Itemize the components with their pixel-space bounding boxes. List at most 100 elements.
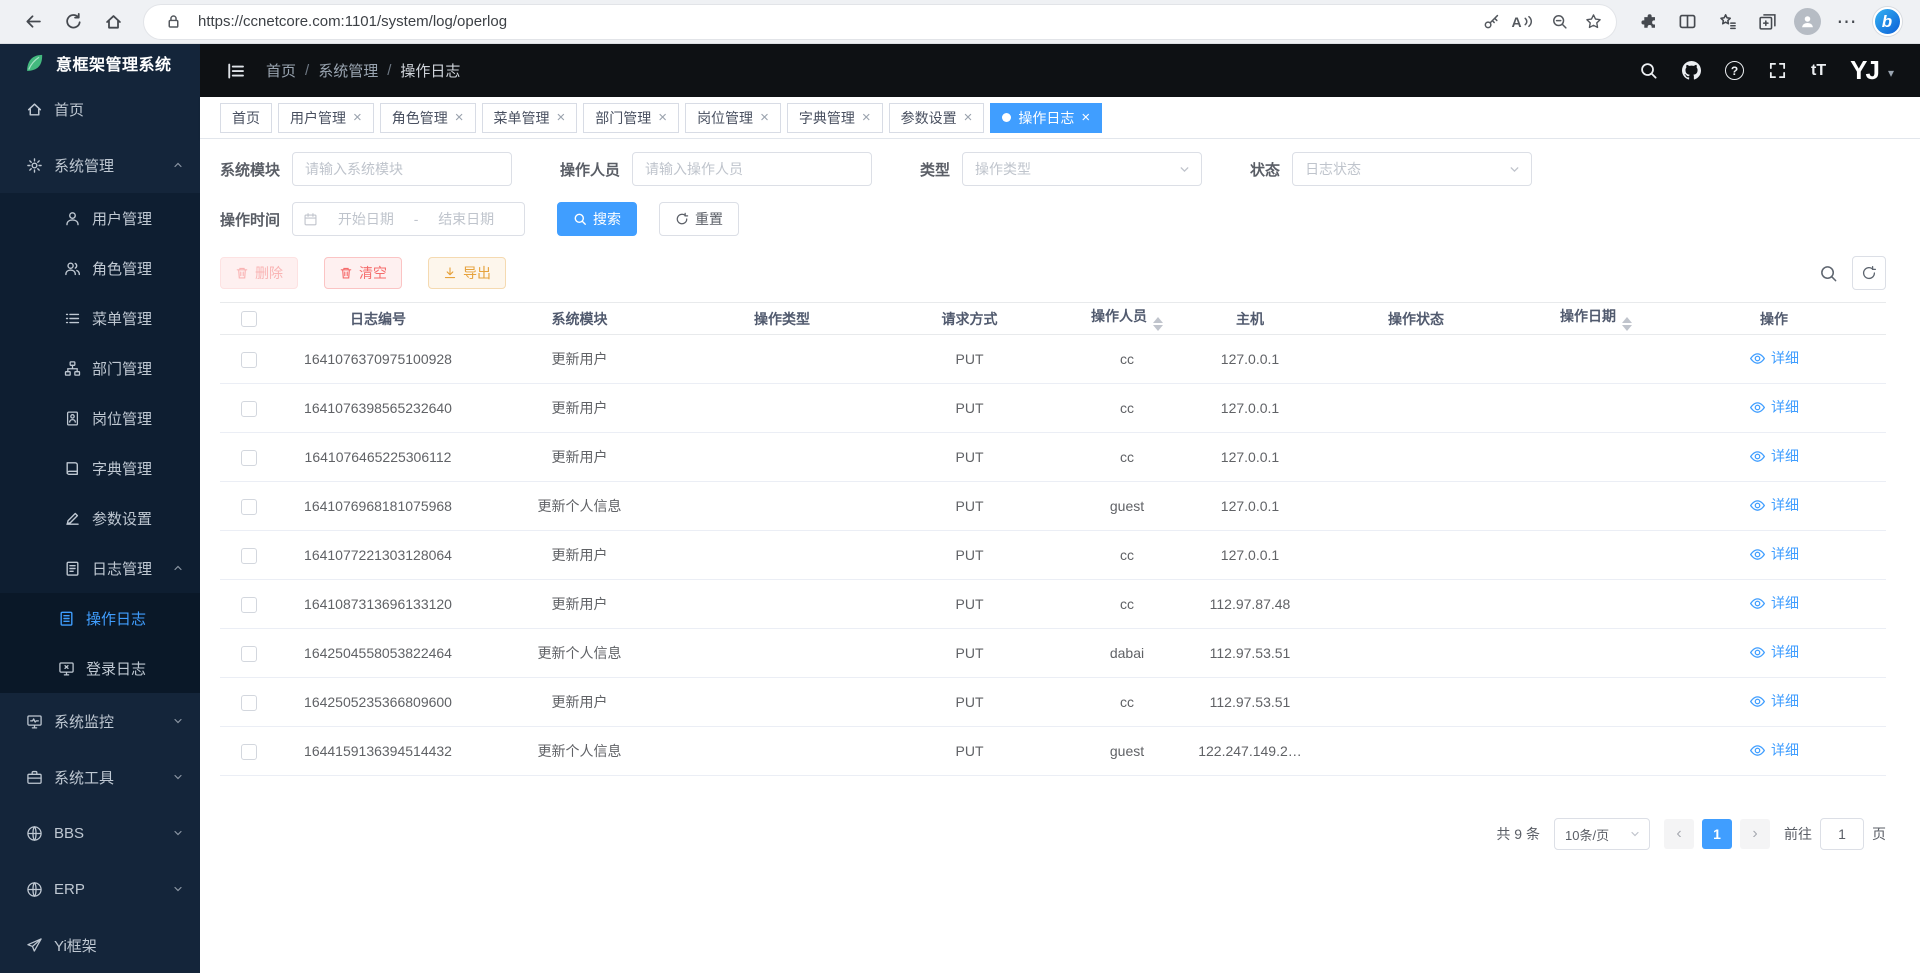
detail-link[interactable]: 详细 [1749,446,1799,466]
favorites-bar-icon[interactable] [1708,4,1746,40]
sidebar-item-menu-mgmt[interactable]: 菜单管理 [0,293,200,343]
help-icon[interactable]: ? [1725,61,1744,80]
tab-param-settings[interactable]: 参数设置× [889,103,985,133]
close-icon[interactable]: × [353,110,362,125]
user-logo[interactable]: YJ [1850,55,1878,86]
table-search-icon[interactable] [1819,264,1838,283]
table-row[interactable]: 1641087313696133120 更新用户 PUT cc 112.97.8… [220,580,1886,629]
user-caret-icon[interactable]: ▾ [1888,66,1894,86]
copilot-bing-icon[interactable]: b [1868,4,1906,40]
zoom-out-icon[interactable] [1542,7,1576,37]
detail-link[interactable]: 详细 [1749,691,1799,711]
detail-link[interactable]: 详细 [1749,544,1799,564]
clear-button[interactable]: 清空 [324,257,402,289]
operator-input[interactable] [632,152,872,186]
table-row[interactable]: 1644159136394514432 更新个人信息 PUT guest 122… [220,727,1886,776]
table-row[interactable]: 1641076370975100928 更新用户 PUT cc 127.0.0.… [220,335,1886,384]
tab-oper-log[interactable]: 操作日志× [990,103,1102,133]
sidebar-item-login-log[interactable]: 登录日志 [0,643,200,693]
close-icon[interactable]: × [557,110,566,125]
table-row[interactable]: 1641077221303128064 更新用户 PUT cc 127.0.0.… [220,531,1886,580]
sort-icon[interactable] [1622,317,1632,331]
sort-icon[interactable] [1153,317,1163,331]
search-button[interactable]: 搜索 [557,202,637,236]
sidebar-item-log-mgmt[interactable]: 日志管理 [0,543,200,593]
address-bar[interactable]: https://ccnetcore.com:1101/system/log/op… [144,5,1616,39]
table-row[interactable]: 1641076398565232640 更新用户 PUT cc 127.0.0.… [220,384,1886,433]
refresh-icon[interactable] [54,4,92,40]
tab-menu-mgmt[interactable]: 菜单管理× [482,103,578,133]
row-checkbox[interactable] [241,646,257,662]
table-row[interactable]: 1641076465225306112 更新用户 PUT cc 127.0.0.… [220,433,1886,482]
breadcrumb-system[interactable]: 系统管理 [318,60,378,81]
app-logo[interactable]: 意框架管理系统 [0,44,200,81]
page-size-select[interactable]: 10条/页 [1554,818,1650,850]
sidebar-item-user-mgmt[interactable]: 用户管理 [0,193,200,243]
collections-icon[interactable] [1748,4,1786,40]
next-page-button[interactable]: › [1740,819,1770,849]
close-icon[interactable]: × [964,110,973,125]
sidebar-item-role-mgmt[interactable]: 角色管理 [0,243,200,293]
detail-link[interactable]: 详细 [1749,593,1799,613]
close-icon[interactable]: × [455,110,464,125]
tab-dept-mgmt[interactable]: 部门管理× [583,103,679,133]
url-text[interactable]: https://ccnetcore.com:1101/system/log/op… [198,13,1474,30]
jump-input[interactable] [1820,818,1864,850]
detail-link[interactable]: 详细 [1749,495,1799,515]
back-icon[interactable] [14,4,52,40]
row-checkbox[interactable] [241,401,257,417]
prev-page-button[interactable]: ‹ [1664,819,1694,849]
breadcrumb-home[interactable]: 首页 [266,60,296,81]
row-checkbox[interactable] [241,450,257,466]
sidebar-toggle-icon[interactable] [226,61,246,81]
row-checkbox[interactable] [241,695,257,711]
row-checkbox[interactable] [241,597,257,613]
row-checkbox[interactable] [241,499,257,515]
close-icon[interactable]: × [658,110,667,125]
fullscreen-icon[interactable] [1768,61,1787,80]
sidebar-item-home[interactable]: 首页 [0,81,200,137]
sidebar-item-param-settings[interactable]: 参数设置 [0,493,200,543]
table-refresh-icon[interactable] [1852,256,1886,290]
font-size-icon[interactable]: tT [1811,62,1826,80]
reset-button[interactable]: 重置 [659,202,739,236]
profile-avatar[interactable] [1788,4,1826,40]
module-input[interactable] [292,152,512,186]
password-key-icon[interactable] [1474,7,1508,37]
row-checkbox[interactable] [241,744,257,760]
table-row[interactable]: 1641076968181075968 更新个人信息 PUT guest 127… [220,482,1886,531]
tab-role-mgmt[interactable]: 角色管理× [380,103,476,133]
col-operator[interactable]: 操作人员 [1056,303,1198,335]
sidebar-item-system-mgmt[interactable]: 系统管理 [0,137,200,193]
sidebar-item-post-mgmt[interactable]: 岗位管理 [0,393,200,443]
page-1-button[interactable]: 1 [1702,819,1732,849]
close-icon[interactable]: × [1081,110,1090,125]
detail-link[interactable]: 详细 [1749,740,1799,760]
date-range-picker[interactable]: 开始日期 - 结束日期 [292,202,525,236]
close-icon[interactable]: × [862,110,871,125]
sidebar-item-dict-mgmt[interactable]: 字典管理 [0,443,200,493]
sidebar-item-yi-framework[interactable]: Yi框架 [0,917,200,973]
table-row[interactable]: 1642505235366809600 更新用户 PUT cc 112.97.5… [220,678,1886,727]
read-aloud-icon[interactable]: A [1508,7,1542,37]
sidebar-item-system-tools[interactable]: 系统工具 [0,749,200,805]
status-select[interactable]: 日志状态 [1292,152,1532,186]
sidebar-item-system-monitor[interactable]: 系统监控 [0,693,200,749]
split-screen-icon[interactable] [1668,4,1706,40]
sidebar-item-oper-log[interactable]: 操作日志 [0,593,200,643]
export-button[interactable]: 导出 [428,257,506,289]
tab-dict-mgmt[interactable]: 字典管理× [787,103,883,133]
select-all-checkbox[interactable] [241,311,257,327]
row-checkbox[interactable] [241,352,257,368]
tab-home[interactable]: 首页 [220,103,272,133]
type-select[interactable]: 操作类型 [962,152,1202,186]
tab-user-mgmt[interactable]: 用户管理× [278,103,374,133]
favorite-star-icon[interactable] [1576,7,1610,37]
home-icon[interactable] [94,4,132,40]
detail-link[interactable]: 详细 [1749,642,1799,662]
row-checkbox[interactable] [241,548,257,564]
extensions-icon[interactable] [1628,4,1666,40]
sidebar-item-erp[interactable]: ERP [0,861,200,917]
col-date[interactable]: 操作日期 [1530,303,1662,335]
detail-link[interactable]: 详细 [1749,348,1799,368]
